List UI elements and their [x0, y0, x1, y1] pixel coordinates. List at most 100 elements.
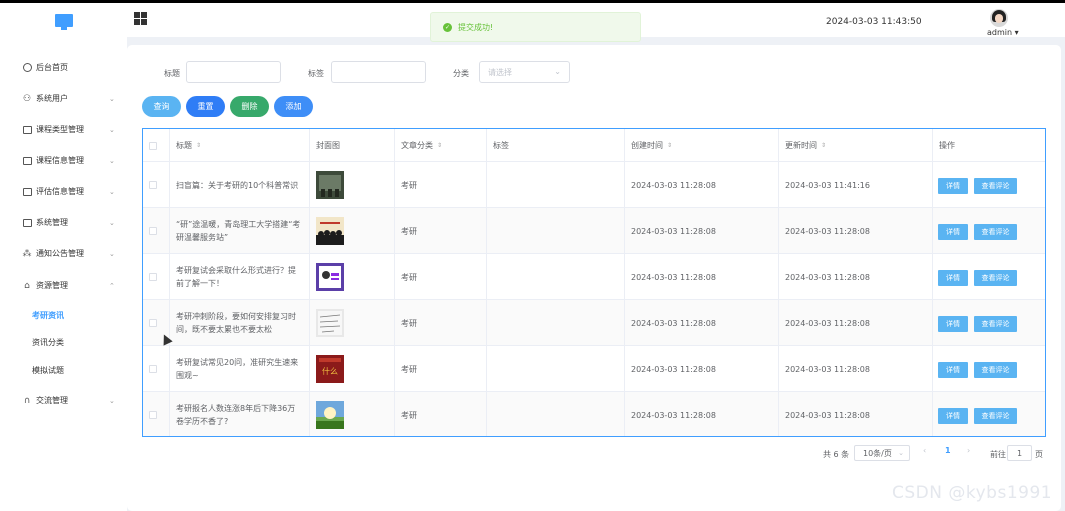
title-input[interactable] — [186, 61, 281, 83]
created-cell: 2024-03-03 11:28:08 — [625, 254, 779, 300]
sidebar-item-home[interactable]: 后台首页 — [0, 52, 127, 83]
tags-cell — [487, 300, 625, 346]
column-label: 封面图 — [316, 141, 340, 150]
view-comments-button[interactable]: 查看评论 — [974, 178, 1017, 194]
page-size-value: 10条/页 — [863, 448, 892, 458]
sidebar: 后台首页 ⚇ 系统用户 ⌄ 课程类型管理 ⌄ 课程信息管理 ⌄ 评估信息管理 ⌄… — [0, 37, 127, 511]
query-button[interactable]: 查询 — [142, 96, 181, 117]
table-row: 考研冲刺阶段，要如何安排复习时间，既不要太累也不要太松 考研 2024-03-03 … — [143, 300, 1045, 346]
menu-toggle-icon[interactable] — [134, 12, 147, 25]
headset-icon: ∩ — [23, 395, 31, 406]
view-comments-button[interactable]: 查看评论 — [974, 316, 1017, 332]
page-suffix: 页 — [1035, 449, 1043, 459]
sort-icon[interactable]: ⇕ — [821, 142, 826, 149]
sidebar-item-label: 资源管理 — [36, 281, 68, 290]
view-comments-button[interactable]: 查看评论 — [974, 224, 1017, 240]
tags-cell — [487, 254, 625, 300]
row-select-cell — [143, 346, 170, 392]
sidebar-subitem-news[interactable]: 考研资讯 — [10, 302, 127, 329]
view-comments-button[interactable]: 查看评论 — [974, 270, 1017, 286]
sidebar-item-evaluations[interactable]: 评估信息管理 ⌄ — [0, 176, 127, 207]
article-title: 考研复试会采取什么形式进行？提前了解一下！ — [176, 266, 296, 288]
sidebar-item-resources[interactable]: ⌂ 资源管理 ⌃ — [0, 270, 127, 301]
current-page[interactable]: 1 — [945, 446, 951, 455]
article-title: 考研报名人数连涨8年后下降36万 卷学历不香了? — [176, 404, 296, 426]
detail-button[interactable]: 详情 — [938, 224, 968, 240]
column-label: 操作 — [939, 141, 955, 150]
sidebar-item-users[interactable]: ⚇ 系统用户 ⌄ — [0, 83, 127, 114]
datetime-display: 2024-03-03 11:43:50 — [826, 17, 922, 27]
delete-button[interactable]: 删除 — [230, 96, 269, 117]
detail-button[interactable]: 详情 — [938, 362, 968, 378]
avatar[interactable] — [990, 9, 1008, 27]
sidebar-item-label: 交流管理 — [36, 396, 68, 405]
table-row: “研”途温暖，青岛理工大学搭建“考研温馨服务站” 考研 2024-03-03 11:… — [143, 208, 1045, 254]
article-title: 考研冲刺阶段，要如何安排复习时间，既不要太累也不要太松 — [176, 312, 296, 334]
updated-time: 2024-03-03 11:41:16 — [785, 180, 870, 190]
actions-cell: 详情 查看评论 — [933, 208, 1045, 254]
detail-button[interactable]: 详情 — [938, 316, 968, 332]
column-category[interactable]: 文章分类 ⇕ — [395, 129, 487, 162]
row-checkbox[interactable] — [149, 411, 157, 419]
select-all-checkbox[interactable] — [149, 141, 157, 150]
category-cell: 考研 — [395, 392, 487, 436]
detail-button[interactable]: 详情 — [938, 408, 968, 424]
tag-filter-label: 标签 — [308, 69, 324, 78]
user-menu[interactable]: admin ▾ — [987, 28, 1019, 37]
updated-time: 2024-03-03 11:28:08 — [785, 272, 870, 282]
row-select-cell — [143, 162, 170, 208]
sidebar-item-system[interactable]: 系统管理 ⌄ — [0, 207, 127, 238]
updated-cell: 2024-03-03 11:28:08 — [779, 254, 933, 300]
sidebar-subitem-mock-exams[interactable]: 模拟试题 — [10, 357, 127, 384]
sidebar-item-communication[interactable]: ∩ 交流管理 ⌄ — [0, 385, 127, 416]
cover-cell — [310, 392, 395, 436]
user-name: admin — [987, 28, 1013, 37]
folder-icon — [22, 156, 32, 166]
view-comments-button[interactable]: 查看评论 — [974, 408, 1017, 424]
sidebar-subitem-news-categories[interactable]: 资讯分类 — [10, 329, 127, 356]
sidebar-item-notices[interactable]: ⁂ 通知公告管理 ⌄ — [0, 238, 127, 269]
page-size-select[interactable]: 10条/页 ⌄ — [854, 445, 910, 461]
detail-button[interactable]: 详情 — [938, 270, 968, 286]
column-title[interactable]: 标题 ⇕ — [170, 129, 310, 162]
sidebar-item-label: 通知公告管理 — [36, 249, 84, 258]
detail-button[interactable]: 详情 — [938, 178, 968, 194]
row-select-cell — [143, 392, 170, 436]
content-card: 标题 标签 分类 请选择 ⌄ 查询 重置 删除 添加 标题 ⇕ 封面图 文章分类 ⇕… — [127, 45, 1061, 511]
cover-image — [316, 263, 344, 291]
created-cell: 2024-03-03 11:28:08 — [625, 346, 779, 392]
category-select[interactable]: 请选择 ⌄ — [479, 61, 570, 83]
sort-icon[interactable]: ⇕ — [437, 142, 442, 149]
column-label: 更新时间 — [785, 141, 817, 150]
sidebar-item-courses[interactable]: 课程信息管理 ⌄ — [0, 145, 127, 176]
sort-icon[interactable]: ⇕ — [196, 142, 201, 149]
view-comments-button[interactable]: 查看评论 — [974, 362, 1017, 378]
row-checkbox[interactable] — [149, 273, 157, 281]
title-cell: “研”途温暖，青岛理工大学搭建“考研温馨服务站” — [170, 208, 310, 254]
row-checkbox[interactable] — [149, 365, 157, 373]
row-select-cell — [143, 254, 170, 300]
reset-button[interactable]: 重置 — [186, 96, 225, 117]
prev-page-button[interactable]: ‹ — [923, 446, 926, 455]
add-button[interactable]: 添加 — [274, 96, 313, 117]
category-cell: 考研 — [395, 254, 487, 300]
updated-time: 2024-03-03 11:28:08 — [785, 226, 870, 236]
sidebar-item-course-types[interactable]: 课程类型管理 ⌄ — [0, 114, 127, 145]
goto-page-input[interactable] — [1007, 445, 1032, 461]
created-time: 2024-03-03 11:28:08 — [631, 180, 716, 190]
row-checkbox[interactable] — [149, 227, 157, 235]
column-created[interactable]: 创建时间 ⇕ — [625, 129, 779, 162]
tag-input[interactable] — [331, 61, 426, 83]
monitor-icon — [55, 13, 73, 30]
cover-image — [316, 401, 344, 429]
cover-cell: 什么 — [310, 346, 395, 392]
column-updated[interactable]: 更新时间 ⇕ — [779, 129, 933, 162]
article-title: “研”途温暖，青岛理工大学搭建“考研温馨服务站” — [176, 220, 301, 242]
sort-icon[interactable]: ⇕ — [667, 142, 672, 149]
chevron-down-icon: ▾ — [1012, 28, 1019, 37]
next-page-button[interactable]: › — [967, 446, 970, 455]
column-label: 创建时间 — [631, 141, 663, 150]
row-checkbox[interactable] — [149, 319, 157, 327]
chevron-down-icon: ⌄ — [109, 125, 115, 134]
row-checkbox[interactable] — [149, 181, 157, 189]
